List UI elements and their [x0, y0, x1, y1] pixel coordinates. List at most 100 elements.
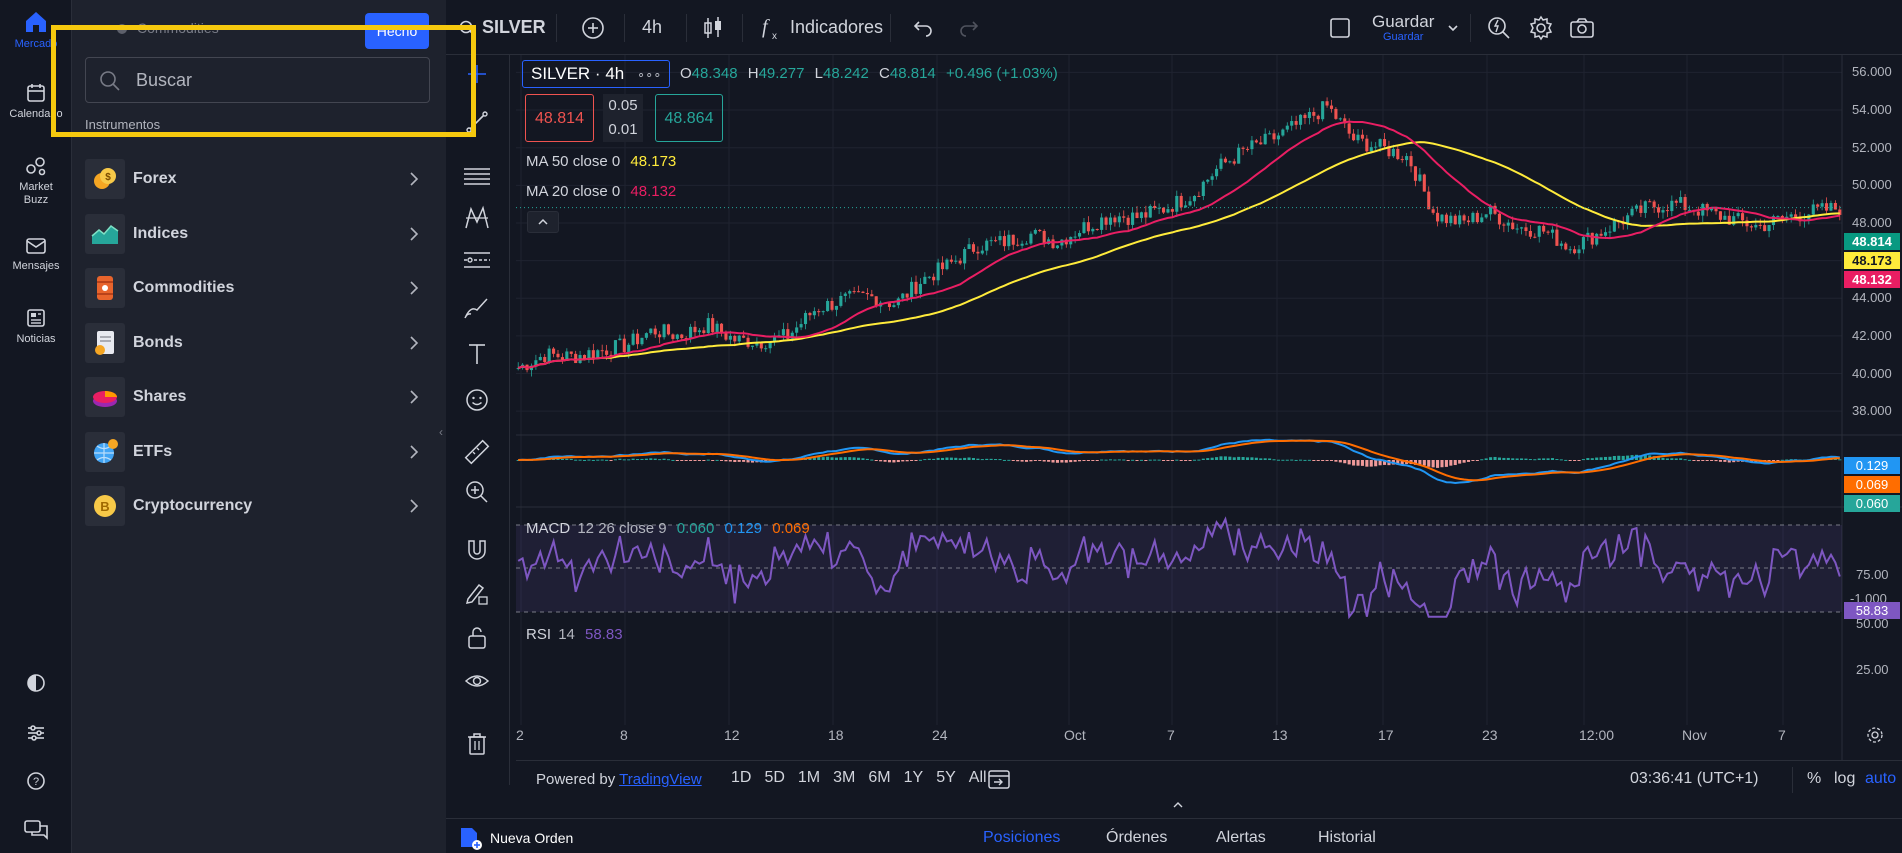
category-indices[interactable]: Indices — [85, 207, 430, 262]
compare-button[interactable] — [580, 0, 606, 55]
macd-histogram-bar — [578, 459, 582, 461]
date-range-button[interactable] — [986, 767, 1012, 796]
delete-tool[interactable] — [460, 727, 494, 761]
zoom-tool[interactable] — [460, 475, 494, 509]
macd-legend[interactable]: MACD 12 26 close 9 0.060 0.129 0.069 — [526, 520, 810, 537]
auto-toggle[interactable]: auto — [1865, 770, 1896, 788]
trendline-tool[interactable] — [460, 105, 494, 139]
buy-button[interactable]: 48.864 — [655, 94, 723, 142]
rail-item-mensajes[interactable]: Mensajes — [0, 236, 72, 272]
candle-body — [1192, 195, 1197, 202]
ma20-legend[interactable]: MA 20 close 0 48.132 — [526, 183, 676, 200]
axis-settings-button[interactable] — [1866, 726, 1884, 749]
macd-histogram-bar — [1245, 457, 1250, 460]
collapse-legend-button[interactable] — [527, 211, 559, 233]
cursor-tool[interactable] — [460, 57, 494, 91]
category-shares[interactable]: Shares — [85, 370, 430, 425]
candle-body — [795, 327, 799, 333]
magnet-tool[interactable] — [460, 533, 494, 567]
candle-body — [887, 303, 892, 307]
rail-item-market-buzz[interactable]: Market Buzz — [0, 155, 72, 207]
chart-settings-button[interactable] — [1528, 0, 1554, 55]
tab-historial[interactable]: Historial — [1318, 829, 1376, 847]
time-axis[interactable]: 2 8 12 18 24 Oct 7 13 17 23 12:00 Nov 7 — [516, 725, 1842, 747]
tradingview-link[interactable]: TradingView — [619, 771, 702, 788]
candle-body — [552, 348, 556, 354]
category-etfs[interactable]: ETFs — [85, 425, 430, 480]
percent-toggle[interactable]: % — [1807, 770, 1821, 788]
chart-type-button[interactable] — [702, 0, 724, 55]
price-chart[interactable] — [516, 55, 1902, 760]
new-order-button[interactable]: Nueva Orden — [458, 825, 573, 851]
candle-body — [1007, 234, 1011, 247]
range-3m[interactable]: 3M — [833, 769, 855, 787]
panel-splitter[interactable] — [1170, 797, 1186, 815]
save-dropdown[interactable] — [1446, 0, 1460, 55]
sell-button[interactable]: 48.814 — [525, 94, 594, 142]
range-1y[interactable]: 1Y — [904, 769, 924, 787]
lock-drawings-tool[interactable] — [460, 577, 494, 611]
price-axis[interactable]: 56.00054.00052.00050.00048.00046.00044.0… — [1842, 55, 1902, 760]
settings-sliders-button[interactable] — [0, 722, 72, 749]
visibility-tool[interactable] — [460, 665, 494, 699]
log-toggle[interactable]: log — [1834, 770, 1855, 788]
category-cryptocurrency[interactable]: B Cryptocurrency — [85, 479, 430, 534]
unlock-tool[interactable] — [460, 621, 494, 655]
measure-tool[interactable] — [460, 435, 494, 469]
layout-button[interactable] — [1328, 0, 1352, 55]
macd-histogram-bar — [1705, 460, 1709, 461]
theme-toggle[interactable] — [0, 672, 72, 699]
save-button[interactable]: Guardar Guardar — [1372, 0, 1434, 55]
emoji-tool[interactable] — [460, 383, 494, 417]
undo-button[interactable] — [912, 0, 934, 55]
macd-histogram-bar — [1471, 460, 1475, 461]
category-bonds[interactable]: Bonds — [85, 316, 430, 371]
candle-body — [1462, 215, 1466, 221]
symbol-selector[interactable]: SILVER — [458, 0, 546, 55]
range-1m[interactable]: 1M — [798, 769, 820, 787]
chat-button[interactable] — [0, 818, 72, 845]
range-5d[interactable]: 5D — [764, 769, 784, 787]
tab-ordenes[interactable]: Órdenes — [1106, 829, 1167, 847]
indicators-button[interactable]: fx Indicadores — [760, 0, 883, 55]
redo-button[interactable] — [958, 0, 980, 55]
done-button[interactable]: Hecho — [365, 13, 429, 49]
pattern-tool[interactable] — [460, 201, 494, 235]
search-input[interactable] — [136, 68, 416, 92]
text-tool[interactable] — [460, 337, 494, 371]
macd-histogram-bar — [839, 457, 843, 460]
rsi-legend[interactable]: RSI 14 58.83 — [526, 626, 623, 643]
category-forex[interactable]: $ Forex — [85, 152, 430, 207]
redo-icon — [960, 20, 979, 37]
legend-symbol[interactable]: SILVER · 4h ∘∘∘ — [522, 60, 671, 88]
search-box[interactable] — [85, 57, 430, 103]
price-badge: 48.814 — [1844, 233, 1900, 250]
spread-display: 0.05 0.01 — [603, 94, 643, 142]
help-button[interactable]: ? — [0, 770, 72, 797]
macd-histogram-bar — [1369, 460, 1373, 467]
etfs-icon — [85, 431, 125, 472]
ma50-legend[interactable]: MA 50 close 0 48.173 — [526, 153, 676, 170]
screenshot-button[interactable] — [1568, 0, 1596, 55]
tab-posiciones[interactable]: Posiciones — [983, 829, 1060, 847]
brush-tool[interactable] — [460, 291, 494, 325]
macd-histogram-bar — [697, 460, 701, 461]
range-all[interactable]: All — [969, 769, 987, 787]
tab-alertas[interactable]: Alertas — [1216, 829, 1266, 847]
candle-body — [1418, 174, 1422, 181]
rail-item-mercado[interactable]: Mercado — [0, 10, 72, 50]
range-1d[interactable]: 1D — [731, 769, 751, 787]
category-commodities[interactable]: Commodities — [85, 261, 430, 316]
quick-search-button[interactable] — [1486, 0, 1512, 55]
fib-tool[interactable] — [460, 243, 494, 277]
range-5y[interactable]: 5Y — [936, 769, 956, 787]
rail-item-noticias[interactable]: Noticias — [0, 307, 72, 345]
candle-body — [1135, 212, 1139, 219]
range-6m[interactable]: 6M — [868, 769, 890, 787]
rail-item-calendario[interactable]: Calendario — [0, 82, 72, 120]
macd-histogram-bar — [1550, 458, 1555, 460]
candle-body — [927, 276, 931, 278]
horizontal-lines-tool[interactable] — [460, 159, 494, 193]
time-tick: 13 — [1272, 727, 1288, 743]
interval-button[interactable]: 4h — [642, 0, 662, 55]
